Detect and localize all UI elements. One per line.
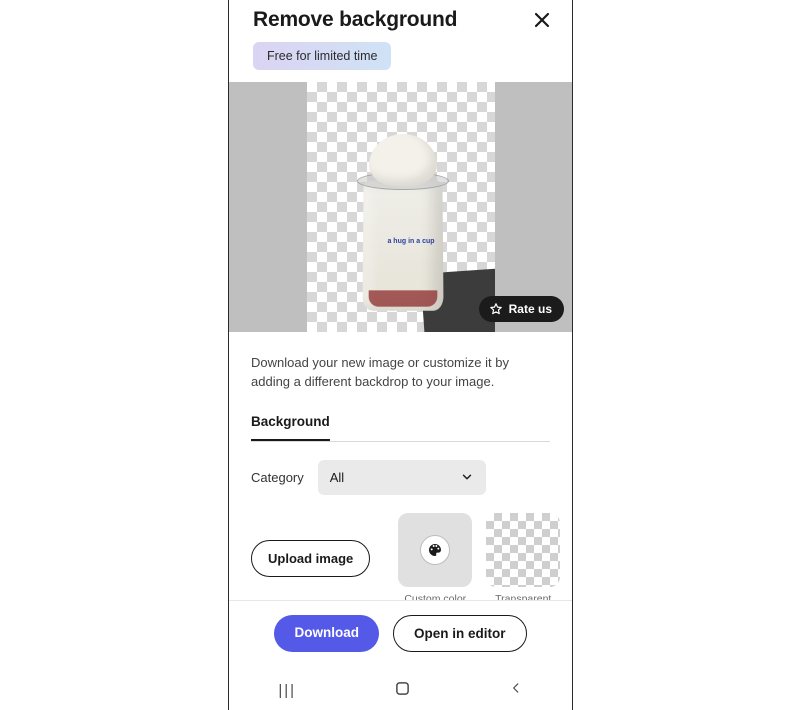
- open-in-editor-button[interactable]: Open in editor: [393, 615, 527, 652]
- category-selected-value: All: [330, 470, 344, 485]
- close-icon: [533, 11, 551, 29]
- chevron-down-icon: [460, 470, 474, 484]
- background-gallery: Upload image Custom color Transparent: [251, 513, 550, 605]
- header: Remove background: [229, 0, 572, 42]
- custom-color-swatch[interactable]: [398, 513, 472, 587]
- rate-us-button[interactable]: Rate us: [479, 296, 564, 322]
- tab-background[interactable]: Background: [251, 414, 330, 441]
- preview-canvas: a hug in a cup: [307, 82, 495, 332]
- chevron-left-icon: [509, 681, 523, 695]
- nav-back-button[interactable]: [509, 681, 523, 699]
- description-text: Download your new image or customize it …: [251, 354, 550, 392]
- cup-print-text: a hug in a cup: [376, 238, 444, 246]
- transparent-swatch[interactable]: [486, 513, 560, 587]
- cup-body: a hug in a cup: [362, 181, 443, 311]
- category-label: Category: [251, 470, 304, 485]
- footer-actions: Download Open in editor: [229, 600, 572, 666]
- whipped-cream: [369, 134, 437, 186]
- nav-recents-button[interactable]: |||: [278, 682, 296, 699]
- nav-home-button[interactable]: [395, 681, 410, 700]
- category-row: Category All: [251, 460, 550, 495]
- download-button[interactable]: Download: [274, 615, 379, 652]
- square-outline-icon: [395, 681, 410, 696]
- category-select[interactable]: All: [318, 460, 486, 495]
- rate-us-label: Rate us: [509, 302, 552, 316]
- body: Download your new image or customize it …: [229, 332, 572, 605]
- preview-area: a hug in a cup Rate us: [229, 82, 572, 332]
- promo-badge: Free for limited time: [253, 42, 391, 70]
- upload-image-button[interactable]: Upload image: [251, 540, 370, 577]
- app-panel: Remove background Free for limited time …: [228, 0, 573, 710]
- star-icon: [489, 302, 503, 316]
- tabs: Background: [251, 414, 550, 442]
- option-transparent: Transparent: [486, 513, 560, 605]
- palette-circle: [420, 535, 450, 565]
- palette-icon: [427, 542, 443, 558]
- page-title: Remove background: [253, 8, 457, 32]
- close-button[interactable]: [530, 8, 554, 32]
- option-custom-color: Custom color: [398, 513, 472, 605]
- system-nav-bar: |||: [229, 670, 572, 710]
- subject-cup: a hug in a cup: [355, 152, 451, 332]
